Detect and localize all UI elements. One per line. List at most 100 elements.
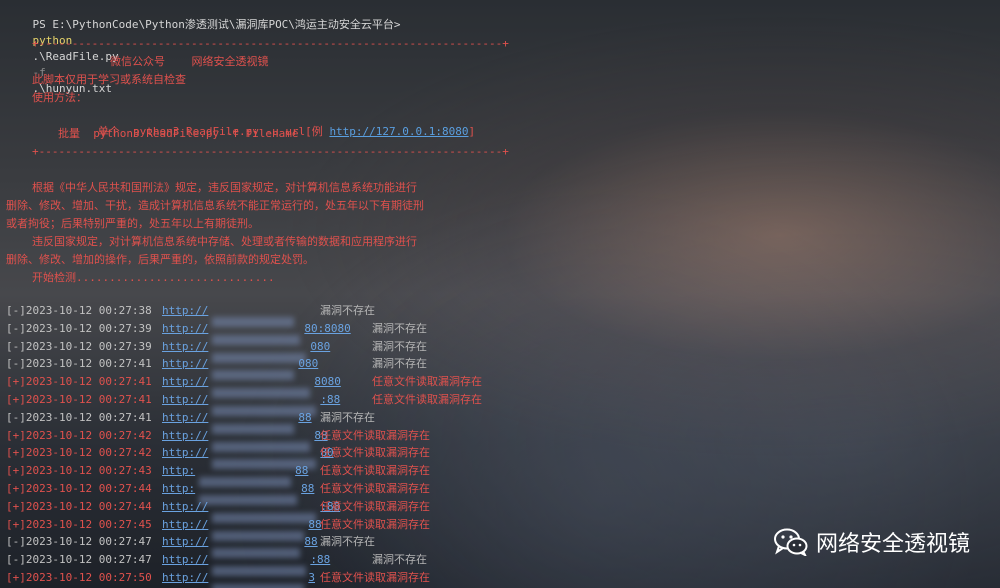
url-prefix: http:// bbox=[162, 553, 209, 567]
log-target-url[interactable]: http:// 8080 bbox=[162, 374, 341, 399]
watermark-text: 网络安全透视镜 bbox=[815, 532, 970, 557]
log-row: [+]2023-10-12 00:27:43 http: 88 任意文件读取漏洞存在 bbox=[6, 463, 566, 488]
banner-title: 微信公众号 网络安全透视镜 bbox=[110, 55, 269, 68]
log-status: 任意文件读取漏洞存在 bbox=[320, 571, 430, 584]
log-timestamp: [+]2023-10-12 00:27:43 bbox=[6, 464, 152, 478]
log-target-url[interactable]: http:// bbox=[162, 303, 298, 327]
url-prefix: http: bbox=[162, 482, 196, 495]
log-row: [+]2023-10-12 00:27:45 http://88 任意文件读取漏洞存… bbox=[6, 517, 566, 541]
url-suffix: 080 bbox=[298, 357, 319, 371]
log-target-url[interactable]: http:// 80:8080 bbox=[162, 321, 351, 345]
log-target-url[interactable]: http:// :88 bbox=[162, 552, 331, 577]
banner-usage-single: 单个 python3 ReadFile.py -u url[例 http://1… bbox=[58, 108, 475, 138]
log-timestamp: [-]2023-10-12 00:27:39 bbox=[6, 339, 152, 353]
log-target-url[interactable]: http:// 88 bbox=[162, 410, 312, 434]
log-status: 任意文件读取漏洞存在 bbox=[320, 464, 430, 478]
log-row: [+]2023-10-12 00:27:42 http://88 任意文件读取漏洞存… bbox=[6, 428, 566, 452]
url-prefix: http:// bbox=[162, 304, 209, 317]
log-row: [-]2023-10-12 00:27:39 http:// 080 漏洞不存在 bbox=[6, 339, 566, 363]
legal-p2-line1: 违反国家规定，对计算机信息系统中存储、处理或者传输的数据和应用程序进行 bbox=[32, 235, 417, 248]
log-timestamp: [+]2023-10-12 00:27:41 bbox=[6, 375, 152, 389]
log-status: 漏洞不存在 bbox=[320, 304, 375, 317]
url-suffix: :88 bbox=[310, 553, 331, 567]
url-suffix: 88 bbox=[304, 535, 318, 549]
log-timestamp: [-]2023-10-12 00:27:47 bbox=[6, 553, 152, 567]
log-status: 漏洞不存在 bbox=[320, 535, 375, 549]
log-target-url[interactable]: http://88 bbox=[162, 428, 328, 452]
log-status: 漏洞不存在 bbox=[372, 339, 427, 353]
usage-example-url[interactable]: http://127.0.0.1:8080 bbox=[329, 125, 468, 138]
log-target-url[interactable]: http: 88 bbox=[162, 481, 314, 505]
log-timestamp: [-]2023-10-12 00:27:47 bbox=[6, 535, 152, 549]
log-status: 任意文件读取漏洞存在 bbox=[320, 499, 430, 513]
log-row: [-]2023-10-12 00:27:41 http:// 88 漏洞不存在 bbox=[6, 410, 566, 434]
log-target-url[interactable]: http://88 bbox=[162, 517, 322, 541]
log-timestamp: [-]2023-10-12 00:27:41 bbox=[6, 410, 152, 424]
legal-p1-line3: 或者拘役；后果特别严重的，处五年以上有期徒刑。 bbox=[6, 217, 259, 230]
log-timestamp: [+]2023-10-12 00:27:42 bbox=[6, 428, 152, 442]
wechat-watermark: 网络安全透视镜 bbox=[773, 526, 970, 558]
log-status: 任意文件读取漏洞存在 bbox=[320, 428, 430, 442]
log-target-url[interactable]: http:// 3 bbox=[162, 570, 315, 588]
url-suffix: 80:8080 bbox=[304, 321, 351, 335]
log-status: 任意文件读取漏洞存在 bbox=[320, 446, 430, 460]
legal-p2-line2: 删除、修改、增加的操作，后果严重的，依照前款的规定处罚。 bbox=[6, 253, 314, 266]
log-row: [-]2023-10-12 00:27:38 http:// 漏洞不存在 bbox=[6, 303, 566, 327]
log-target-url[interactable]: http:// 88 bbox=[162, 534, 318, 559]
legal-p1-line1: 根据《中华人民共和国刑法》规定，违反国家规定，对计算机信息系统功能进行 bbox=[32, 181, 417, 194]
log-target-url[interactable]: http: 88 bbox=[162, 463, 309, 488]
log-target-url[interactable]: http:// 080 bbox=[162, 339, 330, 363]
url-prefix: http:// bbox=[162, 428, 209, 442]
log-row: [-]2023-10-12 00:27:41 http:// 080 漏洞不存在 bbox=[6, 356, 566, 381]
wechat-icon bbox=[773, 528, 808, 556]
url-prefix: http:// bbox=[162, 535, 209, 549]
command-prompt: PS E:\PythonCode\Python渗透测试\漏洞库POC\鸿运主动安… bbox=[6, 1, 401, 95]
log-target-url[interactable]: http://80 bbox=[162, 445, 334, 470]
usage-single-suffix: ] bbox=[468, 125, 476, 138]
url-suffix: 88 bbox=[295, 464, 309, 478]
url-prefix: http:// bbox=[162, 446, 209, 460]
url-prefix: http:// bbox=[162, 321, 209, 335]
log-status: 漏洞不存在 bbox=[372, 553, 427, 567]
log-status: 任意文件读取漏洞存在 bbox=[320, 517, 430, 531]
log-timestamp: [+]2023-10-12 00:27:44 bbox=[6, 482, 152, 495]
log-row: [-]2023-10-12 00:27:47 http:// 88 漏洞不存在 bbox=[6, 534, 566, 559]
url-suffix: 8080 bbox=[314, 375, 341, 389]
log-target-url[interactable]: http:// 080 bbox=[162, 356, 319, 381]
log-row: [+]2023-10-12 00:27:41 http:// 8080 任意文件读取漏… bbox=[6, 374, 566, 399]
log-timestamp: [+]2023-10-12 00:27:42 bbox=[6, 446, 152, 460]
url-suffix: 88 bbox=[298, 410, 312, 424]
log-row: [+]2023-10-12 00:27:44 http://:88 任意文件读取漏洞… bbox=[6, 499, 566, 523]
banner-usage-heading: 使用方法： bbox=[32, 91, 87, 104]
prompt-path: PS E:\PythonCode\Python渗透测试\漏洞库POC\鸿运主动安… bbox=[32, 18, 401, 31]
log-timestamp: [-]2023-10-12 00:27:39 bbox=[6, 321, 152, 335]
log-status: 任意文件读取漏洞存在 bbox=[372, 393, 482, 406]
log-status: 漏洞不存在 bbox=[320, 410, 375, 424]
url-prefix: http:// bbox=[162, 571, 209, 584]
log-status: 任意文件读取漏洞存在 bbox=[372, 375, 482, 389]
url-prefix: http:// bbox=[162, 517, 209, 531]
banner-usage-batch: 批量 python3 ReadFile.py -f filename bbox=[58, 127, 299, 140]
log-row: [+]2023-10-12 00:27:50 http:// 3 任意文件读取漏洞存在 bbox=[6, 570, 566, 588]
log-status: 漏洞不存在 bbox=[372, 357, 427, 371]
log-timestamp: [+]2023-10-12 00:27:45 bbox=[6, 517, 152, 531]
log-timestamp: [+]2023-10-12 00:27:50 bbox=[6, 571, 152, 584]
log-timestamp: [-]2023-10-12 00:27:41 bbox=[6, 357, 152, 371]
log-row: [+]2023-10-12 00:27:41 http://:88 任意文件读取漏洞… bbox=[6, 392, 566, 416]
url-prefix: http:// bbox=[162, 375, 209, 389]
log-row: [+]2023-10-12 00:27:44 http: 88 任意文件读取漏洞存在 bbox=[6, 481, 566, 505]
url-prefix: http:// bbox=[162, 339, 209, 353]
terminal-window[interactable]: PS E:\PythonCode\Python渗透测试\漏洞库POC\鸿运主动安… bbox=[0, 0, 1000, 588]
log-target-url[interactable]: http://:88 bbox=[162, 392, 340, 416]
log-row: [+]2023-10-12 00:27:42 http://80 任意文件读取漏洞存… bbox=[6, 445, 566, 470]
log-row: [-]2023-10-12 00:27:47 http:// :88 漏洞不存在 bbox=[6, 552, 566, 577]
log-target-url[interactable]: http://:88 bbox=[162, 499, 340, 523]
url-prefix: http:// bbox=[162, 357, 209, 371]
banner-notice: 此脚本仅用于学习或系统自检查 bbox=[32, 73, 186, 86]
start-detection: 开始检测.............................. bbox=[32, 271, 275, 284]
url-prefix: http:// bbox=[162, 393, 209, 406]
log-row: [-]2023-10-12 00:27:39 http:// 80:8080 漏洞不存… bbox=[6, 321, 566, 345]
log-status: 任意文件读取漏洞存在 bbox=[320, 482, 430, 495]
url-prefix: http:// bbox=[162, 410, 209, 424]
banner-border-bottom: +---------------------------------------… bbox=[32, 145, 509, 158]
